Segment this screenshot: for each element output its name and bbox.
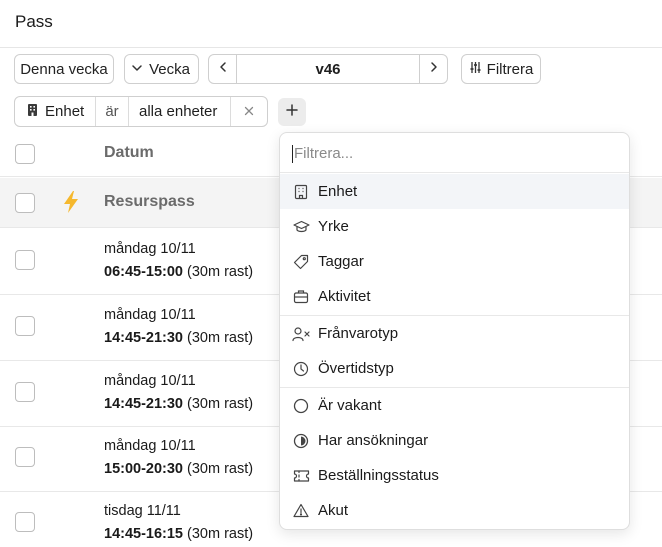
text-caret (292, 145, 293, 163)
dropdown-item-label: Enhet (318, 183, 358, 200)
building-icon (292, 183, 310, 201)
date-column-header[interactable]: Datum (104, 144, 154, 162)
dropdown-item-har-ansokningar[interactable]: Har ansökningar (280, 423, 629, 458)
next-week-button[interactable] (419, 55, 447, 83)
chevron-down-icon (131, 61, 143, 78)
shift-day: måndag 10/11 (104, 241, 196, 257)
filter-operator[interactable]: är (96, 97, 129, 126)
dropdown-item-aktivitet[interactable]: Aktivitet (280, 279, 629, 314)
tag-icon (292, 253, 310, 271)
week-select-button[interactable]: Vecka (124, 54, 199, 84)
shift-time: 14:45-21:30 (104, 330, 183, 346)
row-checkbox[interactable] (15, 250, 35, 270)
filter-value[interactable]: alla enheter (129, 97, 231, 126)
row-checkbox[interactable] (15, 316, 35, 336)
shift-day: måndag 10/11 (104, 373, 196, 389)
dropdown-item-franvarotyp[interactable]: Frånvarotyp (280, 316, 629, 351)
row-checkbox[interactable] (15, 512, 35, 532)
week-select-label: Vecka (149, 60, 190, 78)
filter-field-label: Enhet (45, 103, 85, 120)
dropdown-item-label: Beställningsstatus (318, 467, 439, 484)
shift-time-line: 14:45-21:30 (30m rast) (104, 396, 253, 412)
dropdown-item-label: Frånvarotyp (318, 325, 399, 342)
dropdown-item-label: Övertidstyp (318, 360, 394, 377)
current-week-button[interactable]: Denna vecka (14, 54, 114, 84)
plus-icon (286, 103, 298, 121)
dropdown-item-label: Har ansökningar (318, 432, 429, 449)
clock-icon (292, 360, 310, 378)
graduation-cap-icon (292, 218, 310, 236)
add-filter-dropdown: Enhet Yrke Taggar Aktivitet (279, 132, 630, 530)
shift-time: 06:45-15:00 (104, 264, 183, 280)
chevron-right-icon (429, 60, 439, 78)
filter-search-input[interactable] (294, 142, 594, 164)
dropdown-item-label: Aktivitet (318, 288, 371, 305)
shift-time-line: 06:45-15:00 (30m rast) (104, 264, 253, 280)
week-label[interactable]: v46 (237, 55, 419, 83)
shift-day: måndag 10/11 (104, 307, 196, 323)
filter-button-label: Filtrera (486, 60, 534, 78)
dropdown-item-yrke[interactable]: Yrke (280, 209, 629, 244)
add-filter-button[interactable] (278, 98, 306, 126)
shift-break: (30m rast) (183, 461, 254, 477)
dropdown-item-enhet[interactable]: Enhet (280, 174, 629, 209)
remove-filter-button[interactable] (231, 97, 267, 126)
alert-triangle-icon (292, 502, 310, 520)
dropdown-item-akut[interactable]: Akut (280, 493, 629, 528)
page-header: Pass (0, 0, 662, 48)
dropdown-item-ar-vakant[interactable]: Är vakant (280, 388, 629, 423)
row-checkbox[interactable] (15, 382, 35, 402)
sliders-icon (469, 61, 482, 78)
dropdown-item-bestallningsstatus[interactable]: Beställningsstatus (280, 458, 629, 493)
week-navigator: v46 (208, 54, 448, 84)
dropdown-item-label: Akut (318, 502, 349, 519)
shift-time: 14:45-21:30 (104, 396, 183, 412)
select-all-checkbox[interactable] (15, 144, 35, 164)
shift-time: 15:00-20:30 (104, 461, 183, 477)
dropdown-item-label: Taggar (318, 253, 364, 270)
page-title: Pass (15, 12, 53, 31)
dropdown-item-overtidstyp[interactable]: Övertidstyp (280, 351, 629, 386)
dropdown-search (280, 133, 629, 173)
circle-icon (292, 397, 310, 415)
chevron-left-icon (218, 60, 228, 78)
shift-day: tisdag 11/11 (104, 503, 181, 519)
close-icon (244, 103, 254, 120)
shift-break: (30m rast) (183, 526, 254, 542)
circle-half-icon (292, 432, 310, 450)
dropdown-item-label: Är vakant (318, 397, 382, 414)
filter-button[interactable]: Filtrera (461, 54, 541, 84)
resource-group-checkbox[interactable] (15, 193, 35, 213)
resource-group-label: Resurspass (104, 193, 195, 210)
row-checkbox[interactable] (15, 447, 35, 467)
briefcase-icon (292, 288, 310, 306)
previous-week-button[interactable] (209, 55, 237, 83)
shift-break: (30m rast) (183, 396, 254, 412)
user-x-icon (292, 325, 310, 343)
dropdown-item-label: Yrke (318, 218, 349, 235)
active-filter-chip: Enhet är alla enheter (14, 96, 268, 127)
shift-day: måndag 10/11 (104, 438, 196, 454)
shift-time-line: 14:45-16:15 (30m rast) (104, 526, 253, 542)
shift-break: (30m rast) (183, 264, 254, 280)
filter-field[interactable]: Enhet (15, 97, 96, 126)
lightning-icon (61, 190, 81, 219)
shift-time: 14:45-16:15 (104, 526, 183, 542)
shift-time-line: 15:00-20:30 (30m rast) (104, 461, 253, 477)
shift-break: (30m rast) (183, 330, 254, 346)
dropdown-item-taggar[interactable]: Taggar (280, 244, 629, 279)
shift-time-line: 14:45-21:30 (30m rast) (104, 330, 253, 346)
building-icon (27, 103, 38, 121)
ticket-icon (292, 467, 310, 485)
